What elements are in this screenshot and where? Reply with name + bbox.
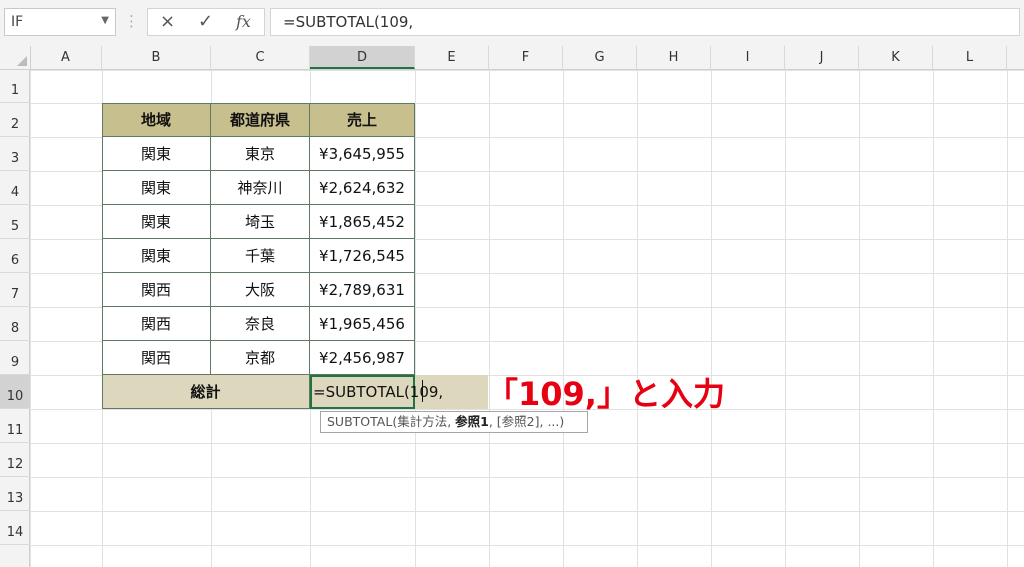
row-header-9[interactable]: 9 (0, 341, 30, 375)
select-all-button[interactable] (0, 46, 31, 69)
name-box-value: IF (11, 14, 24, 30)
table-cell[interactable]: 関東 (102, 239, 211, 273)
formula-actions: × ✓ fx (147, 8, 265, 36)
table-cell[interactable]: 関西 (102, 273, 211, 307)
row-header-11[interactable]: 11 (0, 409, 30, 443)
column-header-j[interactable]: J (785, 46, 859, 69)
text-caret (422, 380, 423, 402)
tooltip-current-arg[interactable]: 参照1 (455, 414, 489, 429)
table-header-cell[interactable]: 売上 (310, 103, 415, 137)
column-header-k[interactable]: K (859, 46, 933, 69)
formula-bar: IF ▼ ⋮ × ✓ fx =SUBTOTAL(109, (0, 0, 1024, 46)
row-headers: 1 2 3 4 5 6 7 8 9 10 11 12 13 14 (0, 70, 30, 567)
row-header-10[interactable]: 10 (0, 375, 30, 409)
table-cell[interactable]: 神奈川 (211, 171, 310, 205)
tooltip-suffix: , [参照2], ...) (488, 414, 565, 429)
row-header-1[interactable]: 1 (0, 70, 30, 103)
fx-icon[interactable]: fx (236, 12, 251, 31)
row-header-6[interactable]: 6 (0, 239, 30, 273)
table-cell[interactable]: ¥2,456,987 (310, 341, 415, 375)
row-header-5[interactable]: 5 (0, 205, 30, 239)
row-header-12[interactable]: 12 (0, 443, 30, 477)
table-cell[interactable]: 関西 (102, 341, 211, 375)
table-cell[interactable]: 関東 (102, 137, 211, 171)
row-header-4[interactable]: 4 (0, 171, 30, 205)
column-header-h[interactable]: H (637, 46, 711, 69)
row-header-14[interactable]: 14 (0, 511, 30, 545)
table-cell[interactable]: 関東 (102, 171, 211, 205)
column-header-c[interactable]: C (211, 46, 310, 69)
more-options-icon[interactable]: ⋮ (124, 12, 139, 30)
table-cell[interactable]: ¥3,645,955 (310, 137, 415, 171)
column-header-a[interactable]: A (30, 46, 102, 69)
row-header-8[interactable]: 8 (0, 307, 30, 341)
table-cell[interactable]: ¥1,726,545 (310, 239, 415, 273)
table-cell[interactable]: 奈良 (211, 307, 310, 341)
tooltip-prefix: SUBTOTAL(集計方法, (327, 414, 456, 429)
column-header-e[interactable]: E (415, 46, 489, 69)
row-header-3[interactable]: 3 (0, 137, 30, 171)
column-headers: ABCDEFGHIJKL (0, 46, 1024, 70)
table-cell[interactable]: 大阪 (211, 273, 310, 307)
table-cell[interactable]: 関西 (102, 307, 211, 341)
formula-input[interactable]: =SUBTOTAL(109, (270, 8, 1020, 36)
table-header-cell[interactable]: 地域 (102, 103, 211, 137)
table-cell[interactable]: ¥1,965,456 (310, 307, 415, 341)
column-header-b[interactable]: B (102, 46, 211, 69)
column-header-i[interactable]: I (711, 46, 785, 69)
table-cell[interactable]: ¥1,865,452 (310, 205, 415, 239)
table-cell[interactable]: 東京 (211, 137, 310, 171)
annotation-text: 「109,」と入力 (486, 375, 725, 413)
chevron-down-icon[interactable]: ▼ (101, 15, 109, 26)
table-header-cell[interactable]: 都道府県 (211, 103, 310, 137)
column-header-d[interactable]: D (310, 46, 415, 69)
column-header-g[interactable]: G (563, 46, 637, 69)
cell-edit-text[interactable]: =SUBTOTAL(109, (313, 383, 443, 401)
enter-icon[interactable]: ✓ (198, 11, 213, 32)
table-cell[interactable]: ¥2,624,632 (310, 171, 415, 205)
name-box[interactable]: IF ▼ (4, 8, 116, 36)
column-header-f[interactable]: F (489, 46, 563, 69)
column-header-l[interactable]: L (933, 46, 1007, 69)
cancel-icon[interactable]: × (160, 11, 175, 32)
row-header-13[interactable]: 13 (0, 477, 30, 511)
table-cell[interactable]: 埼玉 (211, 205, 310, 239)
row-header-7[interactable]: 7 (0, 273, 30, 307)
table-cell[interactable]: 京都 (211, 341, 310, 375)
table-cell[interactable]: 千葉 (211, 239, 310, 273)
formula-text: =SUBTOTAL(109, (283, 13, 414, 31)
total-label-cell[interactable]: 総計 (102, 375, 310, 409)
table-cell[interactable]: ¥2,789,631 (310, 273, 415, 307)
row-header-2[interactable]: 2 (0, 103, 30, 137)
table-cell[interactable]: 関東 (102, 205, 211, 239)
